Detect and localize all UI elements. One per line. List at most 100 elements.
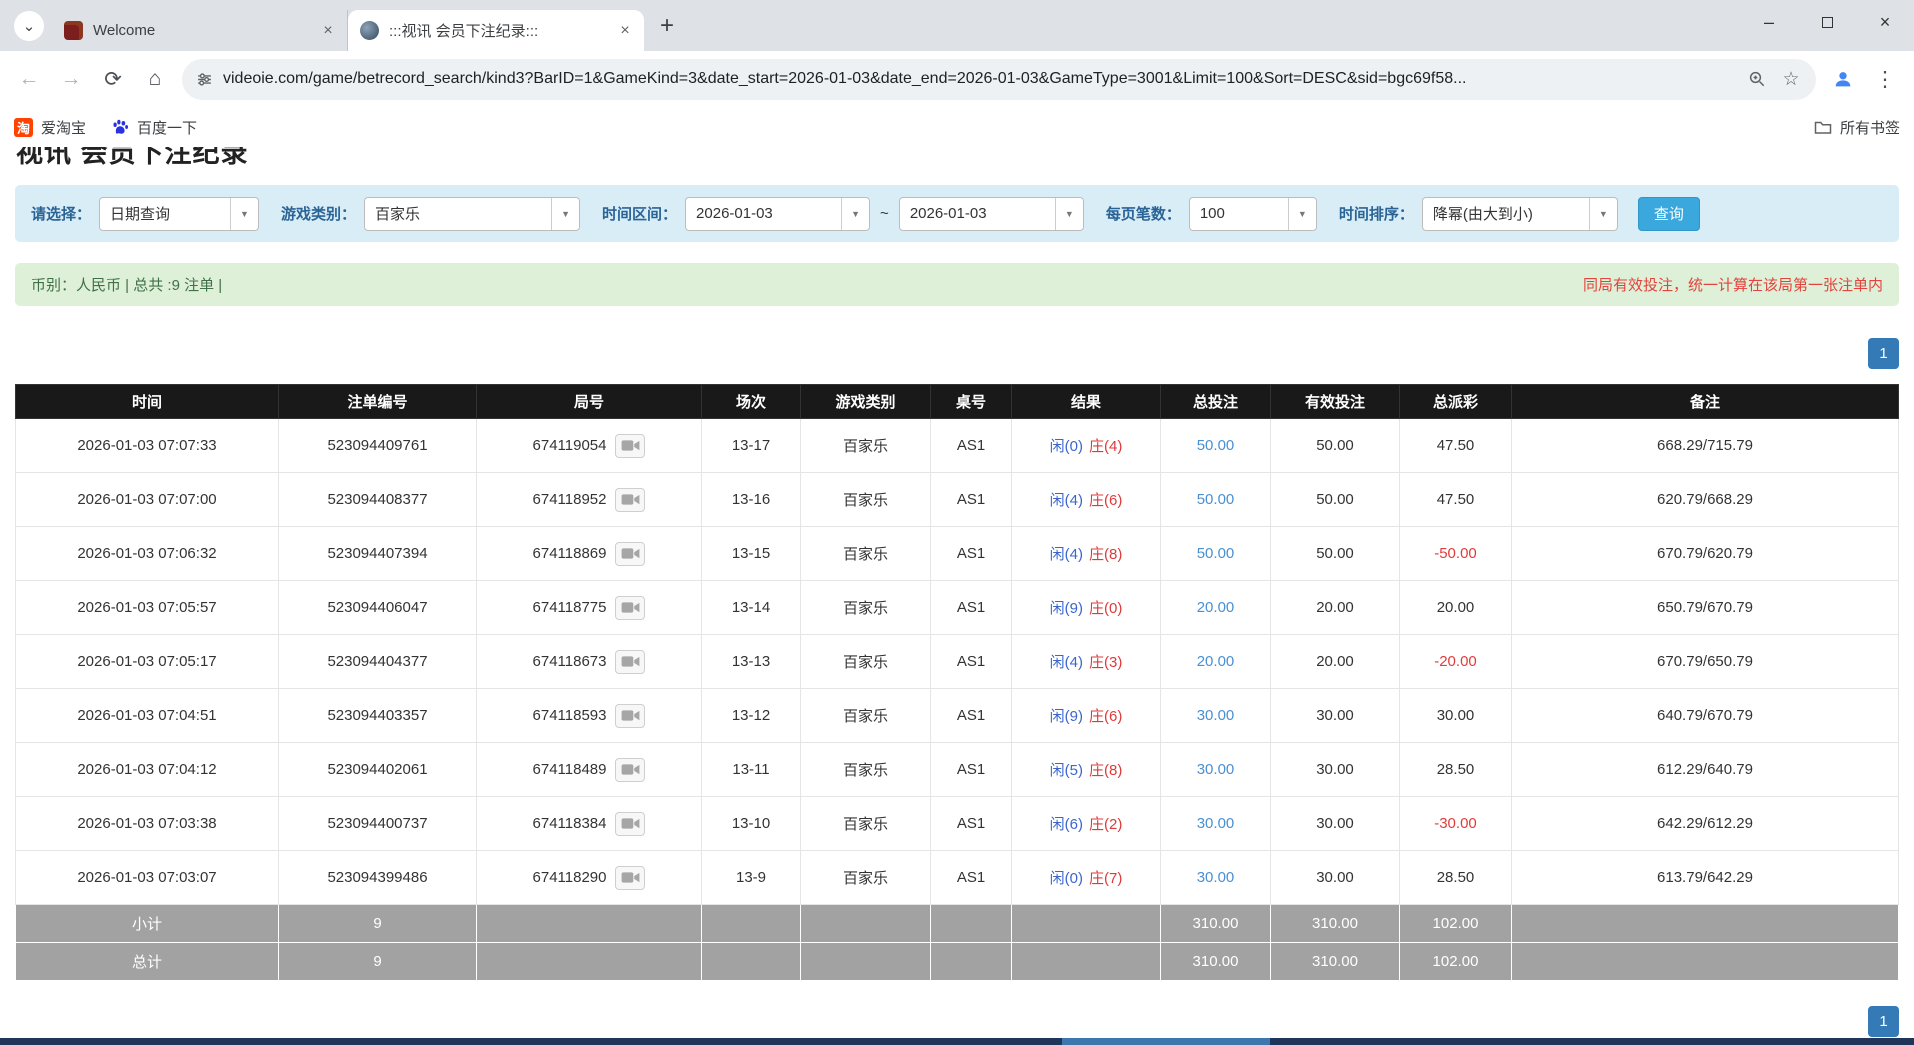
refresh-button[interactable]: ⟳	[92, 58, 134, 100]
total-bet-link[interactable]: 50.00	[1197, 437, 1235, 454]
total-bet-link[interactable]: 20.00	[1197, 599, 1235, 616]
cell-table-id: AS1	[931, 635, 1012, 689]
round-number: 674118952	[533, 491, 607, 508]
filter-bar: 请选择： 日期查询 ▼ 游戏类别： 百家乐 ▼ 时间区间： 2026-01-03…	[15, 185, 1899, 242]
total-bet-link[interactable]: 50.00	[1197, 545, 1235, 562]
cell-session: 13-16	[702, 473, 801, 527]
video-replay-button[interactable]	[615, 542, 645, 566]
bookmark-baidu[interactable]: 百度一下	[110, 117, 197, 138]
result-banker: 庄(3)	[1089, 654, 1122, 671]
result-player: 闲(9)	[1050, 600, 1083, 617]
video-replay-button[interactable]	[615, 758, 645, 782]
result-banker: 庄(8)	[1089, 762, 1122, 779]
query-type-select[interactable]: 日期查询 ▼	[99, 197, 259, 231]
video-replay-button[interactable]	[615, 434, 645, 458]
page-title: 视讯 会员下注纪录	[16, 147, 1914, 165]
column-header: 结果	[1012, 385, 1161, 419]
total-bet-link[interactable]: 50.00	[1197, 491, 1235, 508]
column-header: 备注	[1512, 385, 1899, 419]
date-start-select[interactable]: 2026-01-03 ▼	[685, 197, 870, 231]
back-button[interactable]: ←	[8, 58, 50, 100]
footer-highlight	[1062, 1038, 1270, 1045]
payout-value: 28.50	[1437, 761, 1475, 778]
page-1-button[interactable]: 1	[1868, 338, 1899, 369]
cell-valid-bet: 20.00	[1271, 581, 1400, 635]
bet-record-row: 2026-01-03 07:07:00 523094408377 6741189…	[16, 473, 1899, 527]
column-header: 时间	[16, 385, 279, 419]
caret-down-icon: ▼	[841, 198, 869, 230]
close-window-button[interactable]: ×	[1856, 0, 1914, 44]
forward-button[interactable]: →	[50, 58, 92, 100]
url-text[interactable]: videoie.com/game/betrecord_search/kind3?…	[223, 70, 1740, 88]
cell-table-id: AS1	[931, 473, 1012, 527]
tab-close-icon[interactable]: ×	[317, 20, 339, 42]
cell-table-id: AS1	[931, 797, 1012, 851]
subtotal-label: 小计	[16, 905, 279, 943]
cell-session: 13-9	[702, 851, 801, 905]
cell-total-bet: 20.00	[1161, 635, 1271, 689]
sort-order-select[interactable]: 降幂(由大到小) ▼	[1422, 197, 1618, 231]
zoom-icon[interactable]	[1740, 62, 1774, 96]
result-player: 闲(5)	[1050, 762, 1083, 779]
minimize-button[interactable]: –	[1740, 0, 1798, 44]
total-bet-link[interactable]: 20.00	[1197, 653, 1235, 670]
round-number: 674118290	[533, 869, 607, 886]
browser-chrome: ⌄ Welcome × :::视讯 会员下注纪录::: × + – × ← → …	[0, 0, 1914, 147]
cell-payout: -50.00	[1400, 527, 1512, 581]
date-end-select[interactable]: 2026-01-03 ▼	[899, 197, 1084, 231]
total-bet-link[interactable]: 30.00	[1197, 707, 1235, 724]
cell-note: 613.79/642.29	[1512, 851, 1899, 905]
per-page-value: 100	[1190, 205, 1288, 222]
video-replay-button[interactable]	[615, 812, 645, 836]
subtotal-row: 小计 9 310.00 310.00 102.00	[16, 905, 1899, 943]
tab-bet-records[interactable]: :::视讯 会员下注纪录::: ×	[348, 10, 644, 51]
tab-search-button[interactable]: ⌄	[14, 11, 44, 41]
cell-game-kind: 百家乐	[801, 797, 931, 851]
cell-total-bet: 20.00	[1161, 581, 1271, 635]
video-replay-button[interactable]	[615, 488, 645, 512]
sort-order-value: 降幂(由大到小)	[1423, 203, 1589, 224]
cell-note: 668.29/715.79	[1512, 419, 1899, 473]
cell-payout: 28.50	[1400, 743, 1512, 797]
cell-note: 612.29/640.79	[1512, 743, 1899, 797]
bookmark-star-icon[interactable]: ☆	[1774, 62, 1808, 96]
video-replay-button[interactable]	[615, 650, 645, 674]
address-bar[interactable]: videoie.com/game/betrecord_search/kind3?…	[182, 59, 1816, 100]
tab-welcome[interactable]: Welcome ×	[52, 10, 348, 51]
profile-icon[interactable]	[1822, 58, 1864, 100]
total-bet-link[interactable]: 30.00	[1197, 815, 1235, 832]
home-button[interactable]: ⌂	[134, 58, 176, 100]
game-kind-value: 百家乐	[365, 203, 551, 224]
taobao-icon: 淘	[14, 118, 33, 137]
grand-total-row: 总计 9 310.00 310.00 102.00	[16, 943, 1899, 981]
query-type-value: 日期查询	[100, 203, 230, 224]
total-label: 总计	[16, 943, 279, 981]
tab-close-icon[interactable]: ×	[614, 20, 636, 42]
column-header: 注单编号	[279, 385, 477, 419]
cell-round-id: 674118775	[477, 581, 702, 635]
cell-bet-id: 523094404377	[279, 635, 477, 689]
payout-value: 47.50	[1437, 437, 1475, 454]
menu-kebab-icon[interactable]: ⋮	[1864, 58, 1906, 100]
cell-time: 2026-01-03 07:03:38	[16, 797, 279, 851]
game-kind-select[interactable]: 百家乐 ▼	[364, 197, 580, 231]
video-replay-button[interactable]	[615, 704, 645, 728]
video-replay-button[interactable]	[615, 866, 645, 890]
total-bet-link[interactable]: 30.00	[1197, 869, 1235, 886]
maximize-button[interactable]	[1798, 0, 1856, 44]
page-1-button[interactable]: 1	[1868, 1006, 1899, 1037]
bookmarks-bar: 淘 爱淘宝 百度一下 所有书签	[0, 107, 1914, 147]
per-page-select[interactable]: 100 ▼	[1189, 197, 1317, 231]
new-tab-button[interactable]: +	[650, 9, 684, 43]
search-button[interactable]: 查询	[1638, 197, 1700, 231]
total-bet-link[interactable]: 30.00	[1197, 761, 1235, 778]
payout-value: -20.00	[1434, 653, 1477, 670]
page-title-clip: 视讯 会员下注纪录	[0, 147, 1914, 165]
tab-title: Welcome	[93, 22, 311, 39]
cell-note: 670.79/650.79	[1512, 635, 1899, 689]
site-info-icon[interactable]	[196, 71, 213, 88]
cell-bet-id: 523094403357	[279, 689, 477, 743]
bookmark-aitaobao[interactable]: 淘 爱淘宝	[14, 117, 86, 138]
all-bookmarks[interactable]: 所有书签	[1814, 117, 1900, 138]
video-replay-button[interactable]	[615, 596, 645, 620]
